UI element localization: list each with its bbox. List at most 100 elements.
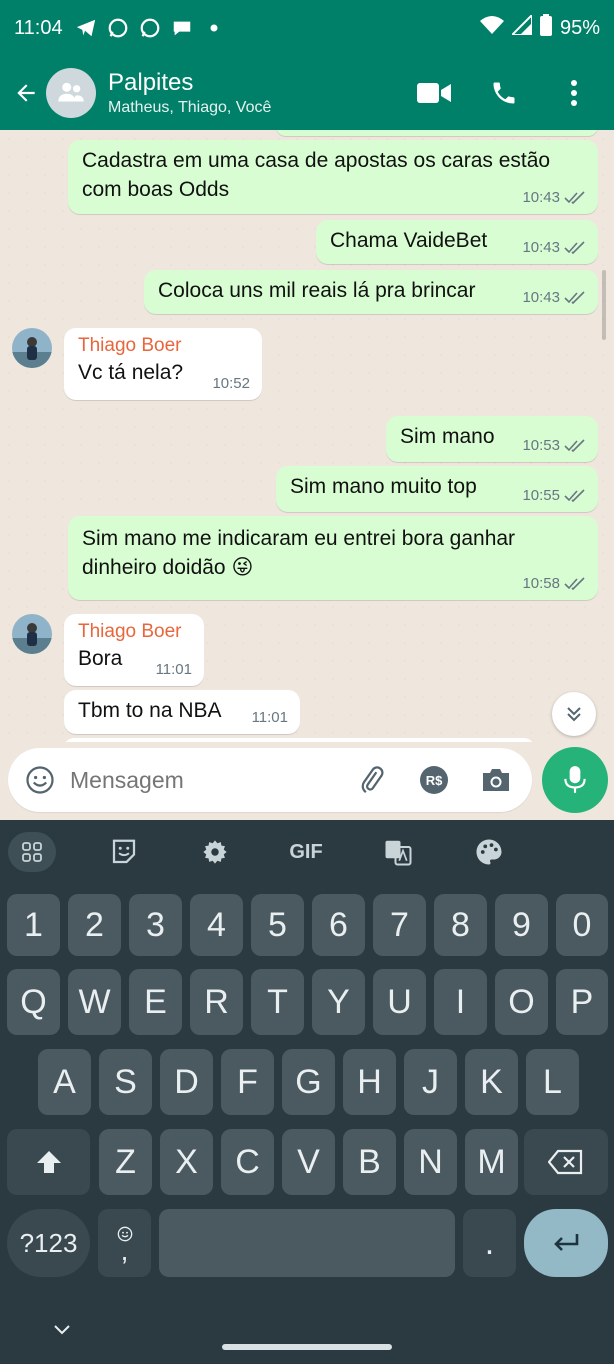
scroll-to-bottom-button[interactable] <box>552 692 596 736</box>
navigation-handle[interactable] <box>222 1344 392 1350</box>
key-q[interactable]: Q <box>7 969 60 1035</box>
key-o[interactable]: O <box>495 969 548 1035</box>
keyboard-settings-button[interactable] <box>191 832 239 872</box>
message-time: 10:43 <box>522 189 560 206</box>
key-9[interactable]: 9 <box>495 894 548 956</box>
key-g[interactable]: G <box>282 1049 335 1115</box>
translate-button[interactable] <box>374 832 422 872</box>
key-8[interactable]: 8 <box>434 894 487 956</box>
whatsapp-icon <box>107 17 129 39</box>
back-button[interactable] <box>6 73 46 113</box>
key-0[interactable]: 0 <box>556 894 608 956</box>
payment-label: R$ <box>426 773 443 788</box>
key-2[interactable]: 2 <box>68 894 121 956</box>
attach-button[interactable] <box>354 762 390 798</box>
video-call-button[interactable] <box>416 75 452 111</box>
theme-button[interactable] <box>465 832 513 872</box>
key-j[interactable]: J <box>404 1049 457 1115</box>
backspace-key[interactable] <box>524 1129 608 1195</box>
payment-button[interactable]: R$ <box>416 762 452 798</box>
message-outgoing[interactable]: Cadastra em uma casa de apostas os caras… <box>68 140 598 214</box>
key-s[interactable]: S <box>99 1049 152 1115</box>
enter-icon <box>554 1234 579 1251</box>
hide-keyboard-button[interactable] <box>48 1316 76 1344</box>
key-i[interactable]: I <box>434 969 487 1035</box>
shift-key[interactable] <box>7 1129 90 1195</box>
gif-button[interactable]: GIF <box>282 832 330 872</box>
message-outgoing[interactable]: Coloca uns mil reais lá pra brincar 10:4… <box>144 270 598 314</box>
message-incoming[interactable]: Tbm to na NBA 11:01 <box>64 690 300 734</box>
space-key[interactable] <box>159 1209 455 1277</box>
backspace-icon <box>548 1149 583 1175</box>
keyboard-apps-button[interactable] <box>8 832 56 872</box>
chat-participants: Matheus, Thiago, Você <box>108 99 272 116</box>
key-l[interactable]: L <box>526 1049 579 1115</box>
key-h[interactable]: H <box>343 1049 396 1115</box>
key-6[interactable]: 6 <box>312 894 365 956</box>
key-r[interactable]: R <box>190 969 243 1035</box>
message-input[interactable] <box>70 766 340 794</box>
chat-messages-area[interactable]: Cadastra em uma casa de apostas os caras… <box>0 130 614 742</box>
camera-button[interactable] <box>478 762 514 798</box>
period-key[interactable]: . <box>463 1209 516 1277</box>
chat-header: Palpites Matheus, Thiago, Você <box>0 56 614 130</box>
key-e[interactable]: E <box>129 969 182 1035</box>
double-check-icon <box>564 438 585 452</box>
key-n[interactable]: N <box>404 1129 457 1195</box>
message-time: 11:01 <box>251 709 288 726</box>
key-5[interactable]: 5 <box>251 894 304 956</box>
more-options-button[interactable] <box>556 75 592 111</box>
key-4[interactable]: 4 <box>190 894 243 956</box>
symbols-key[interactable]: ?123 <box>7 1209 90 1277</box>
key-a[interactable]: A <box>38 1049 91 1115</box>
key-t[interactable]: T <box>251 969 304 1035</box>
palette-icon <box>476 839 502 865</box>
sticker-button[interactable] <box>100 832 148 872</box>
key-m[interactable]: M <box>465 1129 518 1195</box>
comma-label: , <box>120 1235 129 1266</box>
message-outgoing[interactable]: Sim mano muito top 10:55 <box>276 466 598 512</box>
message-outgoing[interactable]: Chama VaideBet 10:43 <box>316 220 598 264</box>
contact-avatar[interactable] <box>12 328 52 368</box>
group-avatar[interactable] <box>46 68 96 118</box>
message-time: 11:01 <box>155 661 192 678</box>
key-c[interactable]: C <box>221 1129 274 1195</box>
enter-key[interactable] <box>524 1209 608 1277</box>
voice-message-button[interactable] <box>542 747 608 813</box>
key-p[interactable]: P <box>556 969 608 1035</box>
key-7[interactable]: 7 <box>373 894 426 956</box>
chevron-down-icon <box>54 1325 70 1335</box>
key-z[interactable]: Z <box>99 1129 152 1195</box>
voice-call-button[interactable] <box>486 75 522 111</box>
more-vertical-icon <box>571 80 577 106</box>
double-check-icon <box>564 190 585 204</box>
key-w[interactable]: W <box>68 969 121 1035</box>
key-v[interactable]: V <box>282 1129 335 1195</box>
message-time: 10:55 <box>522 487 560 504</box>
payment-icon: R$ <box>420 766 448 794</box>
message-outgoing[interactable]: Sim mano 10:53 <box>386 416 598 462</box>
microphone-icon <box>564 766 586 793</box>
status-bar: 11:04 95% <box>0 0 614 56</box>
key-x[interactable]: X <box>160 1129 213 1195</box>
key-1[interactable]: 1 <box>7 894 60 956</box>
chat-title-area[interactable]: Palpites Matheus, Thiago, Você <box>108 69 271 117</box>
key-k[interactable]: K <box>465 1049 518 1115</box>
double-check-icon <box>564 290 585 304</box>
key-b[interactable]: B <box>343 1129 396 1195</box>
key-y[interactable]: Y <box>312 969 365 1035</box>
key-u[interactable]: U <box>373 969 426 1035</box>
message-incoming[interactable]: Thiago Boer Vc tá nela? 10:52 <box>64 328 262 400</box>
key-3[interactable]: 3 <box>129 894 182 956</box>
emoji-comma-key[interactable]: , <box>98 1209 151 1277</box>
message-outgoing[interactable]: Sim mano me indicaram eu entrei bora gan… <box>68 516 598 600</box>
gear-icon <box>203 840 227 864</box>
key-d[interactable]: D <box>160 1049 213 1115</box>
key-f[interactable]: F <box>221 1049 274 1115</box>
scrollbar[interactable] <box>602 270 606 340</box>
message-incoming[interactable]: Thiago Boer Bora 11:01 <box>64 614 204 686</box>
contact-avatar[interactable] <box>12 614 52 654</box>
emoji-button[interactable] <box>20 760 60 800</box>
phone-icon <box>493 82 515 104</box>
sender-name: Thiago Boer <box>78 335 182 356</box>
